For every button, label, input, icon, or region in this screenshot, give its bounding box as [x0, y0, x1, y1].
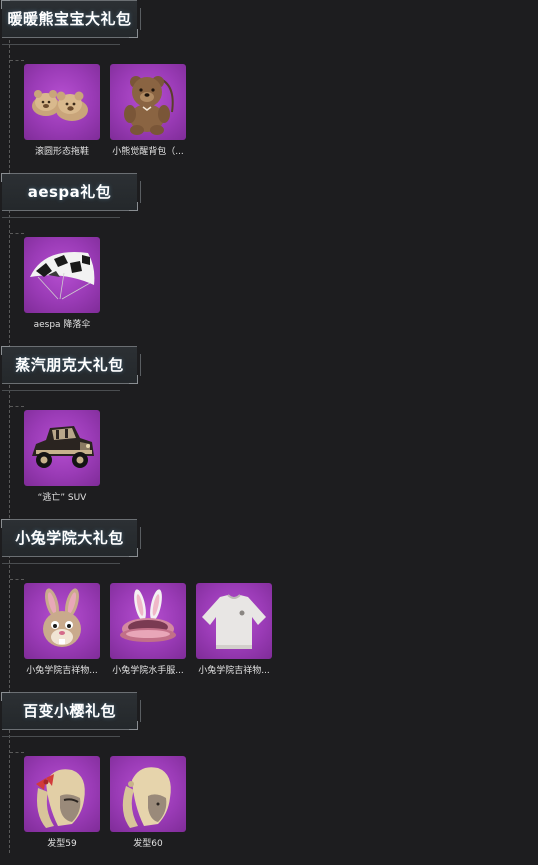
gift-pack-section: aespa礼包 aespa 降落伞 — [0, 173, 538, 346]
gift-item[interactable]: 小兔学院吉祥物... — [196, 583, 272, 676]
white-sweater-icon — [196, 583, 272, 659]
gift-pack-header: aespa礼包 — [1, 173, 141, 211]
item-name: “逃亡” SUV — [37, 493, 87, 503]
ponytail-bow-hairstyle-icon — [24, 756, 100, 832]
gift-pack-title: 蒸汽朋克大礼包 — [15, 356, 124, 374]
rabbit-mask-icon — [24, 583, 100, 659]
gift-pack-section: 百变小樱礼包 发型59 发型60 — [0, 692, 538, 865]
gift-item[interactable]: “逃亡” SUV — [24, 410, 100, 503]
gift-pack-title: 小兔学院大礼包 — [15, 529, 124, 547]
gift-pack-title: aespa礼包 — [27, 183, 112, 201]
gift-item[interactable]: 小熊觉醒背包（... — [110, 64, 186, 157]
gift-pack-section: 小兔学院大礼包 小兔学院吉祥物... 小兔学院水手服... 小兔学院吉祥物... — [0, 519, 538, 692]
gift-item[interactable]: 发型59 — [24, 756, 100, 849]
gift-pack-section: 蒸汽朋克大礼包 “逃亡” SUV — [0, 346, 538, 519]
gift-item[interactable]: 小兔学院吉祥物... — [24, 583, 100, 676]
bear-slippers-icon — [24, 64, 100, 140]
vintage-car-icon — [24, 410, 100, 486]
gift-pack-header: 暖暖熊宝宝大礼包 — [1, 0, 141, 38]
gift-pack-header: 百变小樱礼包 — [1, 692, 141, 730]
gift-pack-title: 暖暖熊宝宝大礼包 — [7, 10, 132, 28]
item-name: 小兔学院吉祥物... — [198, 666, 270, 676]
gift-pack-title: 百变小樱礼包 — [22, 702, 116, 720]
gift-pack-header: 蒸汽朋克大礼包 — [1, 346, 141, 384]
item-name: 小兔学院水手服... — [112, 666, 184, 676]
item-name: 小兔学院吉祥物... — [26, 666, 98, 676]
bunny-ear-hat-icon — [110, 583, 186, 659]
gift-pack-header: 小兔学院大礼包 — [1, 519, 141, 557]
ponytail-hairstyle-icon — [110, 756, 186, 832]
gift-item[interactable]: aespa 降落伞 — [24, 237, 100, 330]
item-name: 滚圆形态拖鞋 — [34, 147, 89, 157]
parachute-icon — [24, 237, 100, 313]
item-name: aespa 降落伞 — [33, 320, 91, 330]
bear-backpack-icon — [110, 64, 186, 140]
gift-pack-section: 暖暖熊宝宝大礼包 滚圆形态拖鞋 小熊觉醒背包（... — [0, 0, 538, 173]
gift-item[interactable]: 滚圆形态拖鞋 — [24, 64, 100, 157]
item-name: 小熊觉醒背包（... — [112, 147, 184, 157]
gift-item[interactable]: 发型60 — [110, 756, 186, 849]
gift-item[interactable]: 小兔学院水手服... — [110, 583, 186, 676]
item-name: 发型60 — [133, 839, 163, 849]
item-name: 发型59 — [47, 839, 77, 849]
